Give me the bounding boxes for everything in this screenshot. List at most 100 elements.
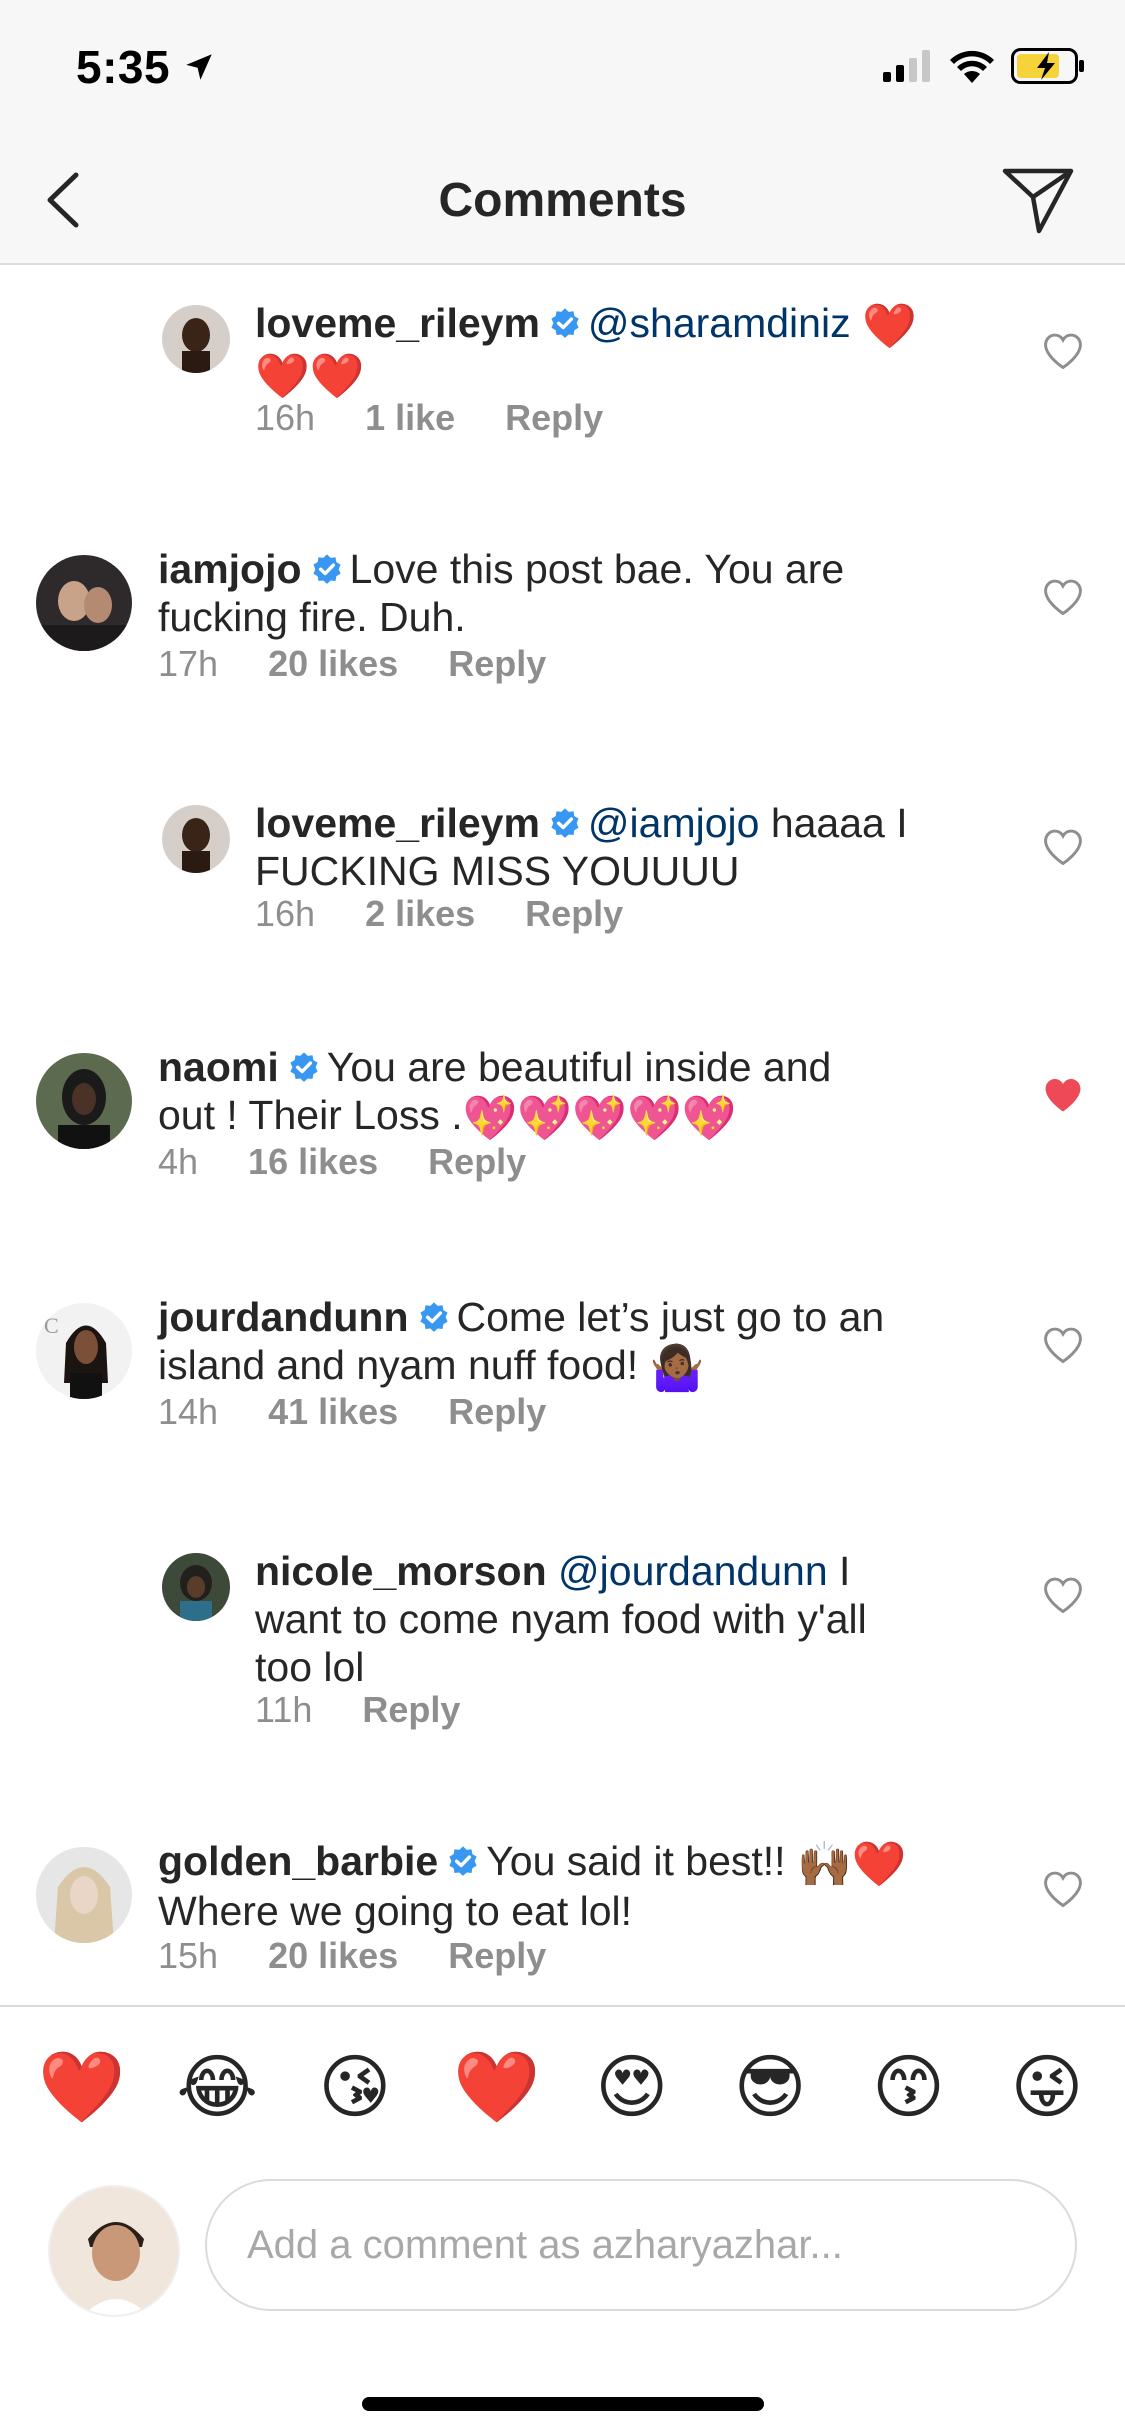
comment-body-text-cont: want to come nyam food with y'all <box>255 1596 867 1642</box>
comment-username[interactable]: loveme_rileym <box>255 300 540 346</box>
comment-likes[interactable]: 1 like <box>365 397 455 439</box>
comment-username[interactable]: iamjojo <box>158 546 302 592</box>
status-bar: 5:35 <box>0 0 1125 135</box>
comment-meta: 16h 2 likes Reply <box>255 893 623 935</box>
liked-heart-icon[interactable] <box>1041 1073 1085 1117</box>
avatar[interactable] <box>162 1553 230 1621</box>
avatar[interactable] <box>36 555 132 651</box>
reply-button[interactable]: Reply <box>448 1391 546 1433</box>
comment-likes[interactable]: 16 likes <box>248 1141 378 1183</box>
comment-time: 17h <box>158 643 219 684</box>
reaction-heart-eyes[interactable]: 😍 <box>592 2047 672 2127</box>
location-arrow-icon <box>186 54 212 80</box>
avatar[interactable] <box>36 1053 132 1149</box>
verified-badge-icon <box>290 1052 318 1082</box>
comment-time: 15h <box>158 1935 219 1976</box>
status-indicators <box>883 48 1085 84</box>
reaction-heart-2[interactable]: ❤️ <box>453 2047 540 2127</box>
current-user-avatar <box>48 2185 180 2317</box>
emoji-reaction-bar: ❤️ 😂 😘 ❤️ 😍 😎 😙 😜 <box>0 2005 1125 2167</box>
heart-emoji: ❤️ <box>861 302 917 351</box>
comment-likes[interactable]: 2 likes <box>365 893 475 935</box>
comment-text: loveme_rileym @iamjojo haaaa I FUCKING MI… <box>255 799 985 895</box>
comment-likes[interactable]: 20 likes <box>268 1935 398 1977</box>
reaction-heart[interactable]: ❤️ <box>38 2047 125 2127</box>
like-heart-icon[interactable] <box>1041 825 1085 869</box>
like-heart-icon[interactable] <box>1041 1323 1085 1367</box>
status-time-text: 5:35 <box>76 41 171 93</box>
comment-meta: 16h 1 like Reply <box>255 397 603 439</box>
reaction-tears-of-joy[interactable]: 😂 <box>176 2047 258 2127</box>
comment-text: loveme_rileym @sharamdiniz ❤️ ❤️❤️ <box>255 299 985 399</box>
verified-badge-icon <box>449 1846 477 1876</box>
avatar[interactable] <box>36 1847 132 1943</box>
reply-button[interactable]: Reply <box>525 893 623 935</box>
home-indicator[interactable] <box>362 2397 764 2411</box>
comment-mention[interactable]: @sharamdiniz <box>588 300 851 346</box>
comment-body-text-cont: out ! Their Loss . <box>158 1092 463 1138</box>
comment-input[interactable] <box>205 2179 1077 2311</box>
signal-icon <box>883 50 930 82</box>
comment-body-text: Love this post bae. You are <box>349 546 845 592</box>
comment-username[interactable]: naomi <box>158 1044 279 1090</box>
direct-send-icon[interactable] <box>1001 163 1075 237</box>
reaction-blowing-kiss[interactable]: 😘 <box>315 2047 395 2127</box>
comment-time: 4h <box>158 1141 199 1182</box>
comment-time: 16h <box>255 397 316 438</box>
comment-text: jourdandunn Come let’s just go to an isla… <box>158 1293 988 1391</box>
comment-text: golden_barbie You said it best!! 🙌🏾❤️ Whe… <box>158 1837 988 1935</box>
comment-body-text: Come let’s just go to an <box>456 1294 885 1340</box>
comment-mention[interactable]: @iamjojo <box>588 800 760 846</box>
comment-list[interactable]: loveme_rileym @sharamdiniz ❤️ ❤️❤️ 16h 1 … <box>0 267 1125 2005</box>
comment-body-text-cont: island and nyam nuff food! <box>158 1342 639 1388</box>
verified-badge-icon <box>312 554 341 584</box>
shrug-emoji: 🤷🏾‍♀️ <box>649 1344 705 1393</box>
comment-body-text: I <box>839 1548 851 1594</box>
comment-meta: 4h 16 likes Reply <box>158 1141 526 1183</box>
status-time: 5:35 <box>76 40 216 94</box>
reply-button[interactable]: Reply <box>428 1141 526 1183</box>
reply-button[interactable]: Reply <box>448 643 546 685</box>
comment-body-text-cont: Where we going to eat lol! <box>158 1888 633 1934</box>
raised-hands-heart-emoji: 🙌🏾❤️ <box>796 1840 907 1889</box>
svg-text:C: C <box>44 1313 59 1338</box>
comment-text: iamjojo Love this post bae. You are fucki… <box>158 545 988 641</box>
comment-username[interactable]: jourdandunn <box>158 1294 409 1340</box>
comment-composer <box>0 2167 1125 2367</box>
comment-body-text: haaaa I <box>770 800 908 846</box>
reply-button[interactable]: Reply <box>362 1689 460 1731</box>
like-heart-icon[interactable] <box>1041 1573 1085 1617</box>
comment-body-text: You are beautiful inside and <box>326 1044 832 1090</box>
comment-meta: 14h 41 likes Reply <box>158 1391 546 1433</box>
battery-icon <box>1011 48 1084 84</box>
comment-time: 14h <box>158 1391 219 1432</box>
heart-emojis: ❤️❤️ <box>255 352 365 401</box>
comment-mention[interactable]: @jourdandunn <box>558 1548 828 1594</box>
like-heart-icon[interactable] <box>1041 329 1085 373</box>
like-heart-icon[interactable] <box>1041 1867 1085 1911</box>
avatar[interactable] <box>162 805 230 873</box>
reaction-kissing-smiling[interactable]: 😙 <box>869 2047 949 2127</box>
comment-body-text-cont2: too lol <box>255 1644 365 1690</box>
comment-username[interactable]: golden_barbie <box>158 1838 438 1884</box>
reply-button[interactable]: Reply <box>505 397 603 439</box>
verified-badge-icon <box>551 808 579 838</box>
comment-body-text-cont: FUCKING MISS YOUUUU <box>255 848 740 894</box>
comment-likes[interactable]: 20 likes <box>268 643 398 685</box>
comment-username[interactable]: loveme_rileym <box>255 800 540 846</box>
avatar[interactable] <box>162 305 230 373</box>
page-title: Comments <box>438 174 687 227</box>
comment-likes[interactable]: 41 likes <box>268 1391 398 1433</box>
comment-username[interactable]: nicole_morson <box>255 1548 547 1594</box>
comment-text: naomi You are beautiful inside and out ! … <box>158 1043 988 1141</box>
comment-meta: 17h 20 likes Reply <box>158 643 546 685</box>
nav-bar: Comments <box>0 135 1125 265</box>
comment-meta: 11h Reply <box>255 1689 460 1731</box>
verified-badge-icon <box>419 1302 448 1332</box>
avatar[interactable]: C <box>36 1303 132 1399</box>
reply-button[interactable]: Reply <box>448 1935 546 1977</box>
reaction-winking-tongue[interactable]: 😜 <box>1007 2047 1087 2127</box>
reaction-sunglasses[interactable]: 😎 <box>730 2047 810 2127</box>
comment-body-text: You said it best!! <box>486 1838 786 1884</box>
like-heart-icon[interactable] <box>1041 575 1085 619</box>
